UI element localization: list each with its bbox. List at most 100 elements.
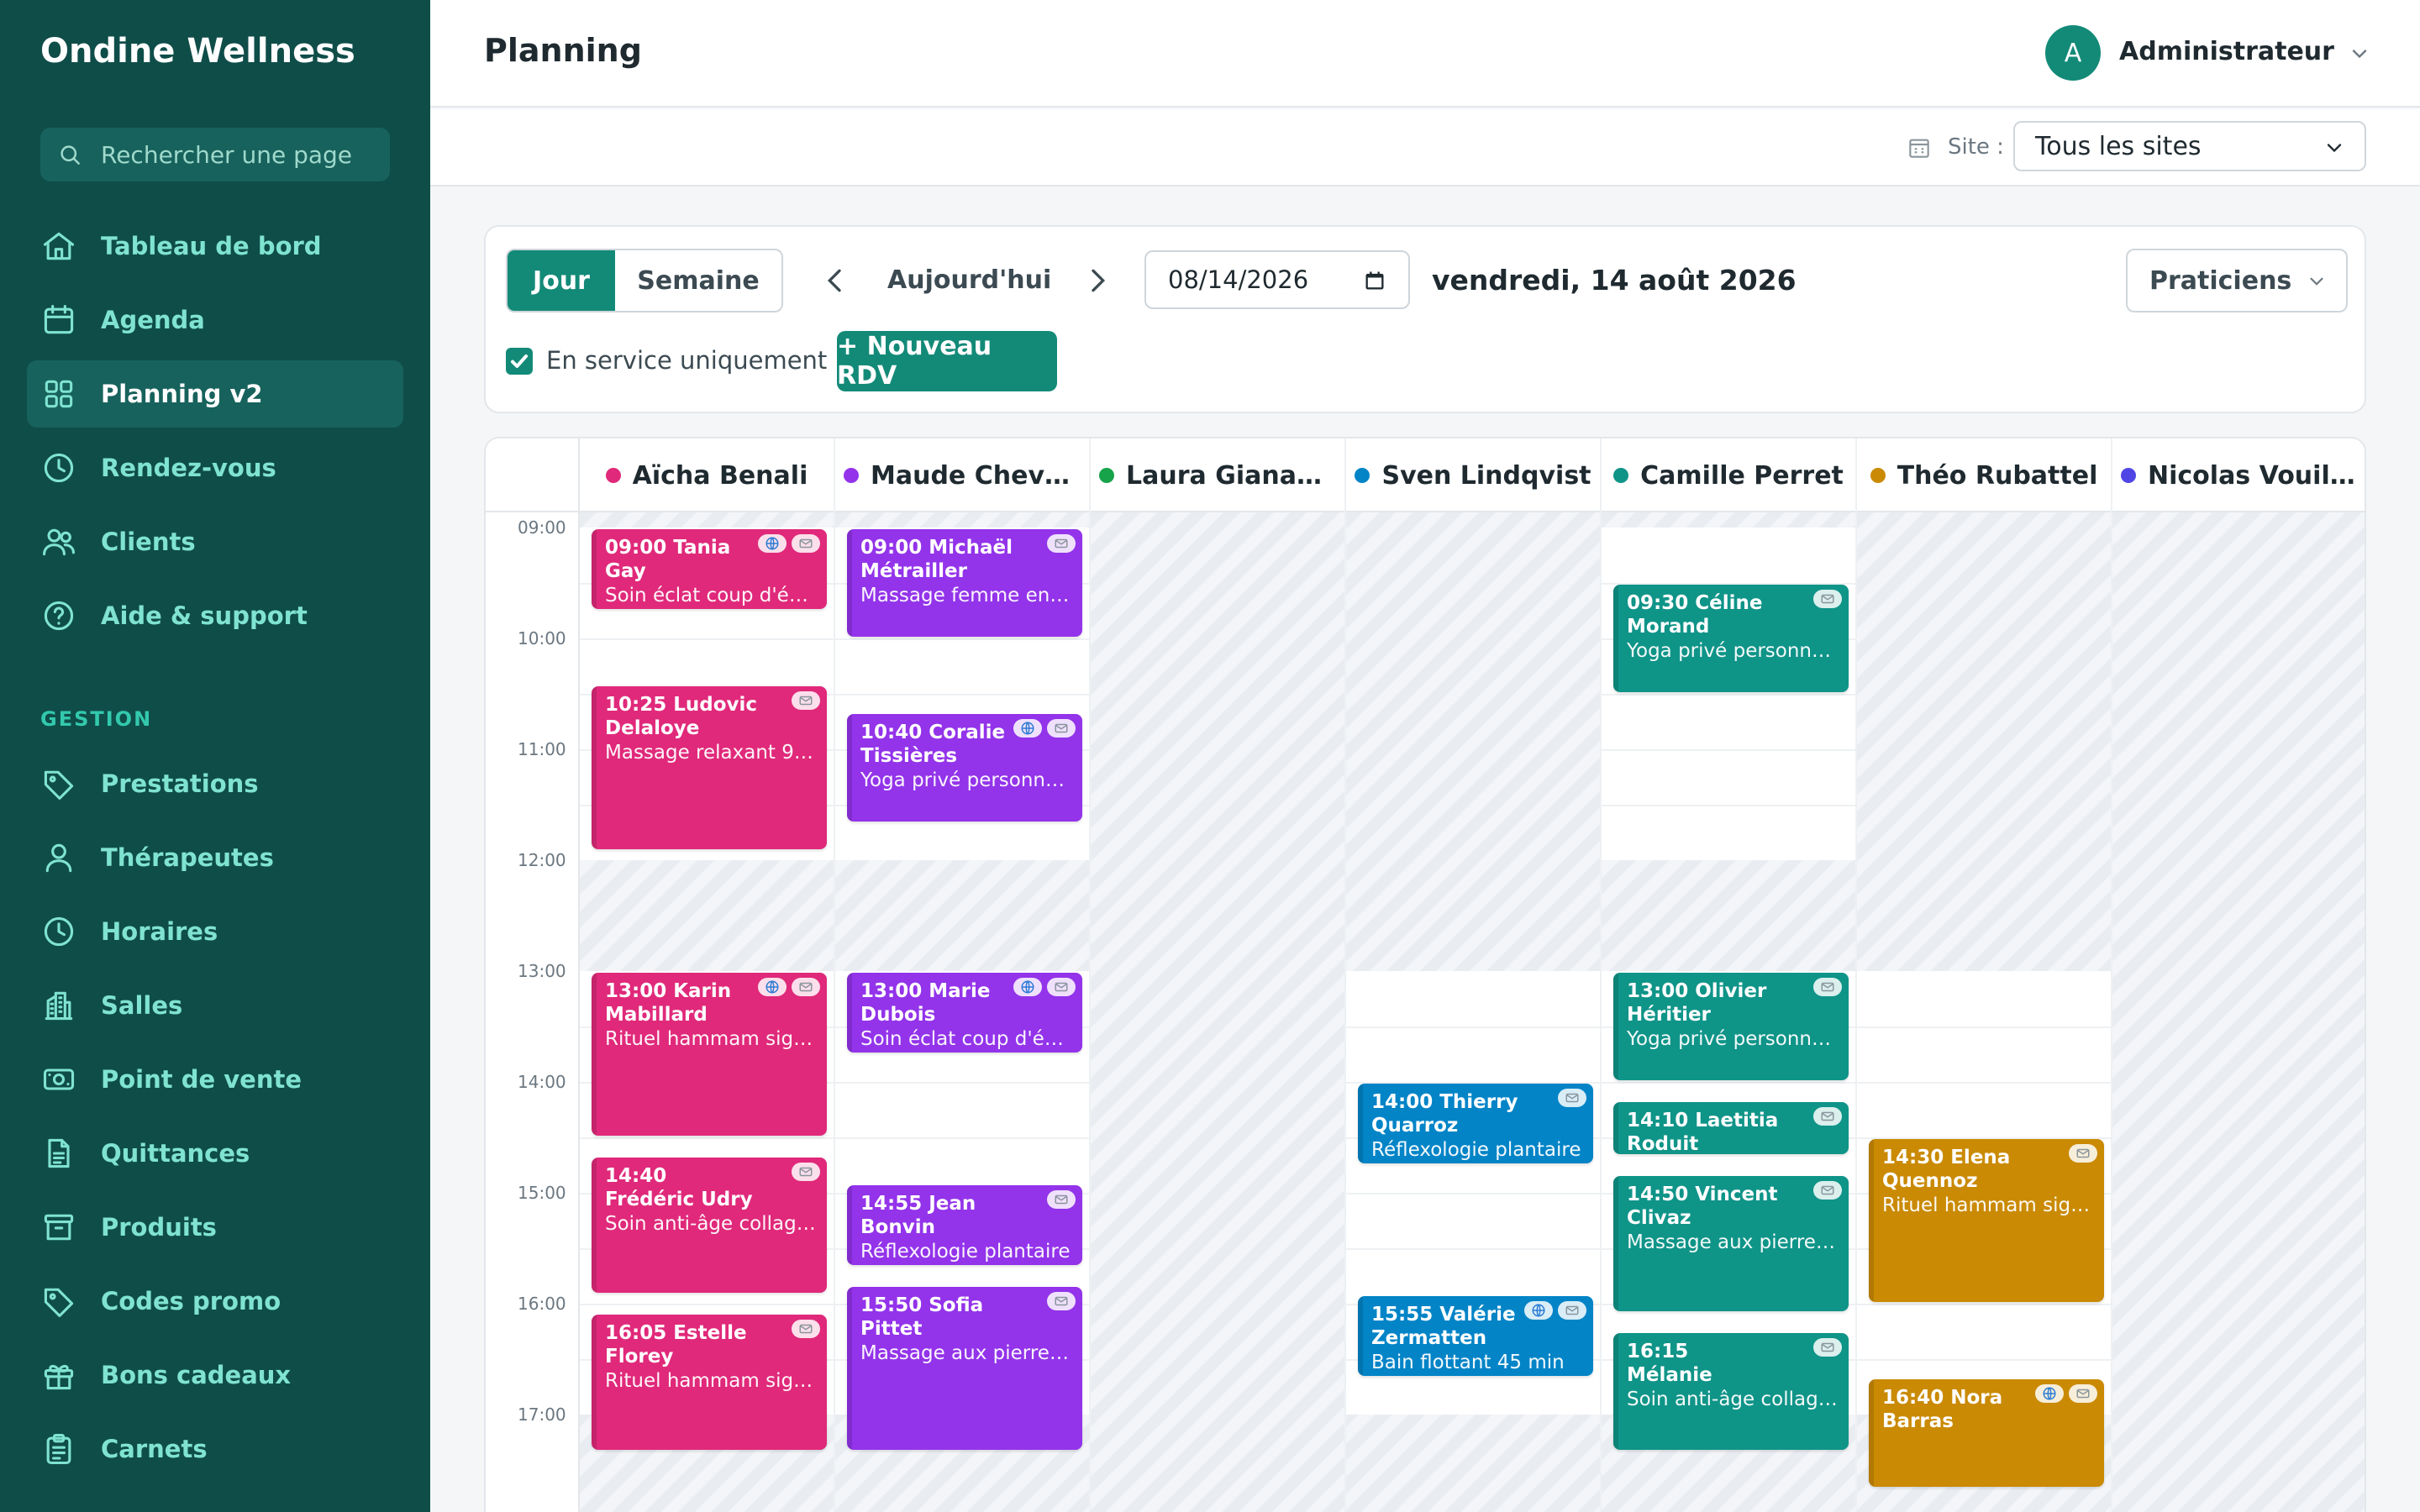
sidebar-item-label: Planning v2 xyxy=(101,380,263,408)
column-header[interactable]: Théo Rubattel xyxy=(1857,438,2112,512)
sidebar-item-codes-promo[interactable]: Codes promo xyxy=(27,1268,403,1335)
appointment-card[interactable]: 10:40 Coralie Tissières Yoga privé perso… xyxy=(847,714,1082,822)
sidebar-item-bons-cadeaux[interactable]: Bons cadeaux xyxy=(27,1341,403,1409)
building-icon xyxy=(1909,139,1929,158)
appointment-card[interactable]: 16:05 Estelle Florey Rituel hammam sign.… xyxy=(592,1315,827,1450)
sidebar-item-rendez-vous[interactable]: Rendez-vous xyxy=(27,434,403,501)
practitioner-column[interactable] xyxy=(2112,512,2365,1512)
today-button[interactable]: Aujourd'hui xyxy=(887,265,1051,295)
sidebar-item-clients[interactable]: Clients xyxy=(27,508,403,575)
sidebar-item-therapeutes[interactable]: Thérapeutes xyxy=(27,824,403,891)
page-search[interactable]: Rechercher une page xyxy=(40,128,390,181)
appointment-card[interactable]: 15:55 Valérie Zermatten Bain flottant 45… xyxy=(1358,1296,1593,1376)
new-appointment-button[interactable]: + Nouveau RDV xyxy=(837,331,1057,391)
appointment-card[interactable]: 14:55 Jean Bonvin Réflexologie plantaire xyxy=(847,1185,1082,1265)
practitioner-name: Théo Rubattel xyxy=(1897,460,2098,491)
calendar-icon[interactable] xyxy=(1363,269,1386,292)
time-label: 17:00 xyxy=(518,1404,566,1425)
sidebar-item-produits[interactable]: Produits xyxy=(27,1194,403,1261)
date-input[interactable]: 08/14/2026 xyxy=(1144,250,1410,309)
view-week-button[interactable]: Semaine xyxy=(615,250,781,311)
chevron-left-icon[interactable] xyxy=(818,264,852,297)
sidebar-item-carnets[interactable]: Carnets xyxy=(27,1415,403,1483)
slot-line xyxy=(1602,694,1855,696)
unavailable-slot xyxy=(1091,512,1344,1512)
view-switch: Jour Semaine xyxy=(506,249,783,312)
appointment-card[interactable]: 09:00 Tania Gay Soin éclat coup d'éclat xyxy=(592,529,827,609)
sidebar-item-horaires[interactable]: Horaires xyxy=(27,898,403,965)
calendar-grid: 08:0009:0010:0011:0012:0013:0014:0015:00… xyxy=(486,512,2365,1512)
appointment-title: 16:05 Estelle Florey xyxy=(605,1322,747,1368)
appointment-card[interactable]: 15:50 Sofia Pittet Massage aux pierres..… xyxy=(847,1287,1082,1450)
grid-icon xyxy=(45,380,73,408)
appointment-card[interactable]: 14:10 Laetitia Roduit xyxy=(1613,1102,1849,1154)
appointment-card[interactable]: 13:00 Karin Mabillard Rituel hammam sign… xyxy=(592,973,827,1136)
appointment-card[interactable]: 14:40 Frédéric Udry Soin anti-âge collag… xyxy=(592,1158,827,1293)
appointment-card[interactable]: 09:30 Céline Morand Yoga privé personnal… xyxy=(1613,585,1849,692)
appointment-badges xyxy=(1013,719,1076,738)
appointment-service: Yoga privé personnal... xyxy=(1627,1028,1839,1050)
appointment-card[interactable]: 10:25 Ludovic Delaloye Massage relaxant … xyxy=(592,686,827,849)
column-header[interactable]: Aïcha Benali xyxy=(580,438,835,512)
chevron-down-icon[interactable] xyxy=(2348,42,2371,66)
user-name[interactable]: Administrateur xyxy=(2119,37,2334,66)
appointment-service: Rituel hammam sign... xyxy=(605,1028,817,1050)
practitioner-column[interactable] xyxy=(1091,512,1346,1512)
mail-icon xyxy=(792,534,820,553)
slot-line xyxy=(1602,1082,1855,1084)
appointment-title: 16:15 Mélanie Jollien xyxy=(1627,1341,1712,1386)
mail-icon xyxy=(1047,978,1076,996)
column-header[interactable]: Laura Gianad... xyxy=(1091,438,1346,512)
appointment-card[interactable]: 16:40 Nora Barras xyxy=(1869,1379,2104,1487)
available-slot[interactable] xyxy=(1602,528,1855,860)
in-service-label[interactable]: En service uniquement xyxy=(546,346,827,375)
sidebar-item-quittances[interactable]: Quittances xyxy=(27,1120,403,1187)
sidebar-item-planning-v2[interactable]: Planning v2 xyxy=(27,360,403,428)
user-icon xyxy=(45,843,72,873)
site-select-value: Tous les sites xyxy=(2035,131,2202,161)
appointment-title: 10:25 Ludovic Delaloye xyxy=(605,694,758,739)
slot-line xyxy=(835,1082,1089,1084)
appointment-card[interactable]: 13:00 Olivier Héritier Yoga privé person… xyxy=(1613,973,1849,1080)
sidebar-item-prestations[interactable]: Prestations xyxy=(27,750,403,817)
header-gutter xyxy=(486,438,580,512)
appointment-service: Soin anti-âge collagè... xyxy=(605,1213,817,1235)
chevron-right-icon[interactable] xyxy=(1081,264,1114,297)
site-select[interactable]: Tous les sites xyxy=(2013,121,2366,171)
appointment-card[interactable]: 09:00 Michaël Métrailler Massage femme e… xyxy=(847,529,1082,637)
view-day-button[interactable]: Jour xyxy=(508,250,615,311)
appointment-card[interactable]: 16:15 Mélanie Jollien Soin anti-âge coll… xyxy=(1613,1333,1849,1450)
sidebar-item-label: Codes promo xyxy=(101,1287,281,1315)
sidebar-item-agenda[interactable]: Agenda xyxy=(27,286,403,354)
column-header[interactable]: Nicolas Vouil... xyxy=(2112,438,2365,512)
sidebar-item-point-de-vente[interactable]: Point de vente xyxy=(27,1046,403,1113)
mail-icon xyxy=(1813,1107,1842,1126)
appointment-service: Soin anti-âge collagè... xyxy=(1627,1389,1839,1410)
in-service-checkbox[interactable] xyxy=(506,348,533,375)
appointment-badges xyxy=(1813,978,1842,996)
mail-icon xyxy=(1813,978,1842,996)
column-header[interactable]: Maude Cheva... xyxy=(835,438,1091,512)
avatar[interactable]: A xyxy=(2045,25,2101,81)
mail-icon xyxy=(1813,590,1842,608)
practitioner-name: Maude Cheva... xyxy=(871,460,1081,491)
sidebar-item-aide-support[interactable]: Aide & support xyxy=(27,582,403,649)
appointment-card[interactable]: 14:00 Thierry Quarroz Réflexologie plant… xyxy=(1358,1084,1593,1163)
sidebar-item-salles[interactable]: Salles xyxy=(27,972,403,1039)
appointment-badges xyxy=(2035,1384,2097,1403)
appointment-card[interactable]: 14:50 Vincent Clivaz Massage aux pierres… xyxy=(1613,1176,1849,1311)
practitioner-column[interactable] xyxy=(1857,512,2112,1512)
practitioners-dropdown[interactable]: Praticiens xyxy=(2126,249,2348,312)
appointment-card[interactable]: 13:00 Marie Dubois Soin éclat coup d'écl… xyxy=(847,973,1082,1053)
search-input[interactable]: Rechercher une page xyxy=(101,141,353,169)
appointment-card[interactable]: 14:30 Elena Quennoz Rituel hammam sign..… xyxy=(1869,1139,2104,1302)
column-header[interactable]: Camille Perret xyxy=(1602,438,1857,512)
mail-icon xyxy=(1558,1089,1586,1107)
sidebar-item-label: Rendez-vous xyxy=(101,454,276,482)
slot-line xyxy=(1346,1193,1600,1194)
sidebar-item-label: Produits xyxy=(101,1213,217,1242)
appointment-title: 13:00 Olivier Héritier xyxy=(1627,980,1767,1026)
column-header[interactable]: Sven Lindqvist xyxy=(1346,438,1602,512)
sidebar-item-tableau-de-bord[interactable]: Tableau de bord xyxy=(27,213,403,280)
slot-line xyxy=(1346,1248,1600,1250)
